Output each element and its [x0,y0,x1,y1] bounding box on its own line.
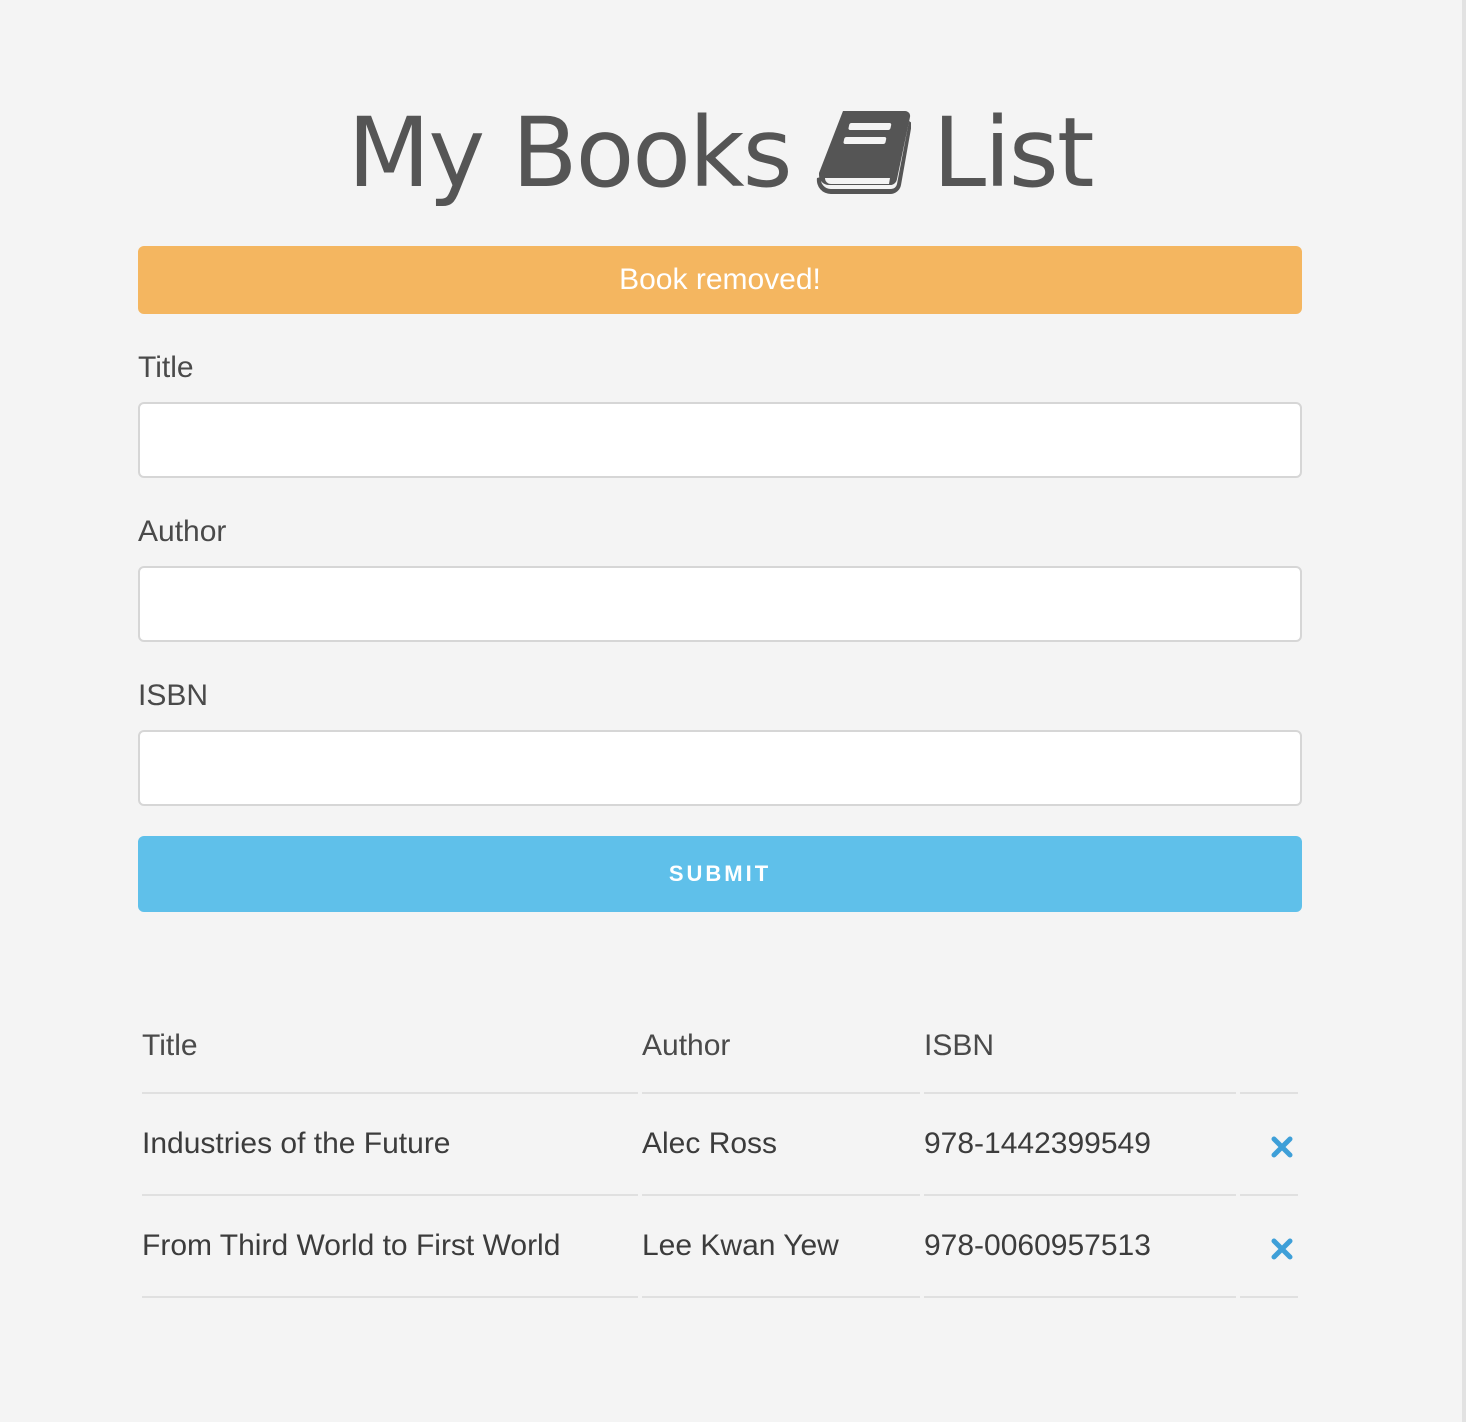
table-row: Industries of the Future Alec Ross 978-1… [142,1094,1298,1196]
submit-button[interactable]: SUBMIT [138,836,1302,912]
table-row: From Third World to First World Lee Kwan… [142,1196,1298,1298]
book-title-cell: From Third World to First World [142,1196,638,1298]
title-right: List [932,96,1095,209]
book-icon [815,106,912,196]
author-field-label: Author [138,515,227,548]
title-field-label: Title [138,351,194,384]
isbn-input[interactable] [138,730,1302,806]
delete-book-button[interactable] [1270,1235,1294,1260]
book-isbn-cell: 978-1442399549 [924,1094,1236,1196]
book-author-cell: Alec Ross [642,1094,920,1196]
column-header-actions [1240,1000,1298,1094]
book-title-cell: Industries of the Future [142,1094,638,1196]
alert-banner: Book removed! [138,246,1302,314]
page-title: My Books List [138,88,1302,211]
title-left: My Books [347,96,793,209]
table-header: Title Author ISBN [142,1000,1298,1094]
isbn-field-label: ISBN [138,679,209,712]
delete-cell [1240,1196,1298,1298]
delete-book-button[interactable] [1270,1133,1294,1158]
author-input[interactable] [138,566,1302,642]
column-header-title: Title [142,1000,638,1094]
header-row: Title Author ISBN [142,1000,1298,1094]
close-icon [1271,1238,1293,1260]
delete-cell [1240,1094,1298,1196]
column-header-isbn: ISBN [924,1000,1236,1094]
window-edge [1462,0,1466,1422]
column-header-author: Author [642,1000,920,1094]
book-author-cell: Lee Kwan Yew [642,1196,920,1298]
book-isbn-cell: 978-0060957513 [924,1196,1236,1298]
book-list: Industries of the Future Alec Ross 978-1… [142,1094,1298,1298]
title-input[interactable] [138,402,1302,478]
book-list-table: Title Author ISBN Industries of the Futu… [138,1000,1302,1298]
close-icon [1271,1136,1293,1158]
